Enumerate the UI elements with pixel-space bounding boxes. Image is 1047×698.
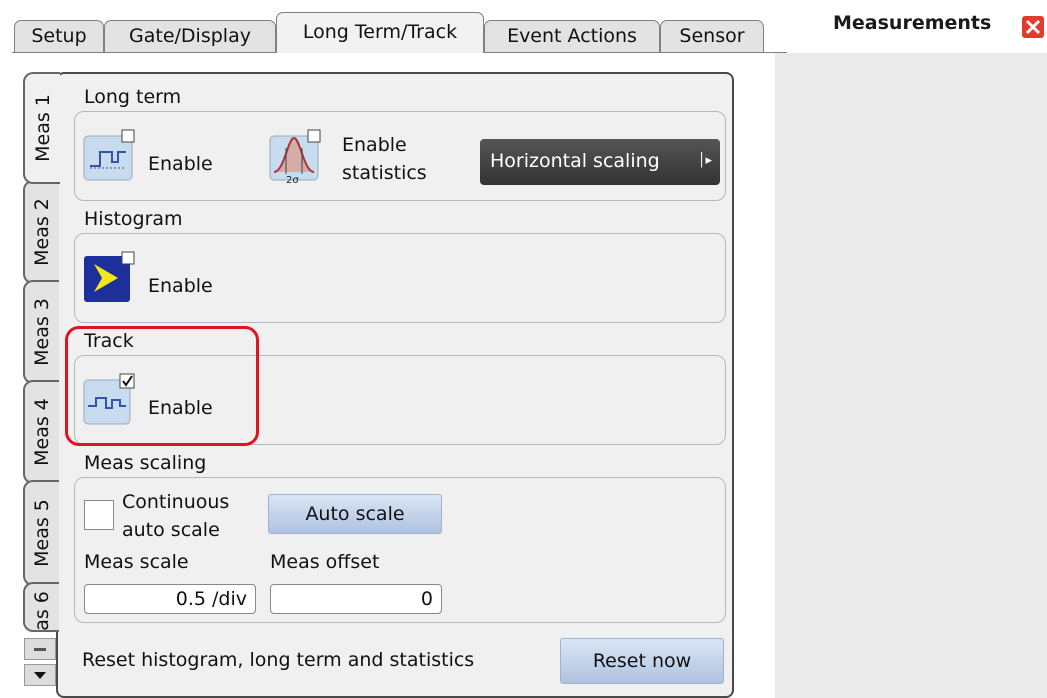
- scroll-down-button[interactable]: [24, 664, 56, 686]
- tab-meas-1[interactable]: Meas 1: [23, 72, 60, 184]
- tab-meas-6[interactable]: Meas 6: [23, 582, 59, 632]
- tab-sensor[interactable]: Sensor: [660, 20, 764, 52]
- triangle-down-icon: [34, 672, 46, 679]
- tab-meas-4-label: Meas 4: [31, 398, 53, 466]
- horizontal-scaling-label: Horizontal scaling: [490, 150, 660, 172]
- meas-scale-label: Meas scale: [84, 551, 189, 573]
- tab-meas-5-label: Meas 5: [31, 499, 53, 567]
- histogram-enable-toggle[interactable]: [82, 250, 138, 306]
- menu-arrow-icon: │▸: [697, 153, 712, 168]
- tab-long-term-track[interactable]: Long Term/Track: [276, 12, 484, 53]
- histogram-label: Histogram: [84, 208, 183, 230]
- auto-scale-button[interactable]: Auto scale: [268, 494, 442, 534]
- dialog-title: Measurements: [833, 12, 992, 34]
- meas-offset-label: Meas offset: [270, 551, 380, 573]
- close-button[interactable]: [1022, 16, 1044, 38]
- meas-scaling-label: Meas scaling: [84, 452, 207, 474]
- statistics-enable-toggle[interactable]: 2σ: [268, 128, 324, 186]
- scroll-up-button[interactable]: [24, 638, 56, 660]
- tab-meas-6-label: Meas 6: [31, 591, 53, 632]
- long-term-enable-label: Enable: [148, 153, 213, 175]
- tab-setup[interactable]: Setup: [14, 20, 104, 52]
- histogram-enable-label: Enable: [148, 275, 213, 297]
- continuous-label-1: Continuous: [122, 491, 230, 513]
- meas-offset-field[interactable]: 0: [270, 584, 442, 614]
- statistics-icon: 2σ: [269, 129, 321, 186]
- histogram-icon: [84, 251, 135, 302]
- meas-scale-field[interactable]: 0.5 /div: [84, 584, 256, 614]
- long-term-icon: [83, 129, 135, 181]
- tab-gate-display[interactable]: Gate/Display: [104, 20, 276, 52]
- reset-description: Reset histogram, long term and statistic…: [82, 649, 475, 671]
- statistics-label-2: statistics: [342, 162, 427, 184]
- minus-icon: [34, 648, 46, 651]
- tab-meas-2-face[interactable]: Meas 2: [23, 180, 59, 284]
- track-highlight: [65, 326, 259, 446]
- tab-meas-1-label: Meas 1: [31, 94, 54, 162]
- tab-meas-5[interactable]: Meas 5: [23, 480, 59, 586]
- tab-meas-3-label: Meas 3: [31, 298, 53, 366]
- tab-meas-4[interactable]: Meas 4: [23, 380, 59, 484]
- reset-now-button[interactable]: Reset now: [560, 638, 724, 684]
- statistics-label-1: Enable: [342, 134, 407, 156]
- long-term-label: Long term: [84, 86, 182, 108]
- tab-meas-3[interactable]: Meas 3: [23, 280, 59, 384]
- statistics-icon-text: 2σ: [286, 175, 299, 184]
- long-term-enable-toggle[interactable]: [82, 128, 138, 184]
- close-icon: [1025, 19, 1041, 35]
- continuous-label-2: auto scale: [122, 519, 220, 541]
- horizontal-scaling-button[interactable]: Horizontal scaling │▸: [480, 139, 720, 185]
- tab-event-actions[interactable]: Event Actions: [484, 20, 660, 52]
- right-panel: [775, 53, 1047, 698]
- continuous-auto-scale-checkbox[interactable]: [84, 500, 114, 530]
- tab-meas-2-label: Meas 2: [31, 198, 53, 266]
